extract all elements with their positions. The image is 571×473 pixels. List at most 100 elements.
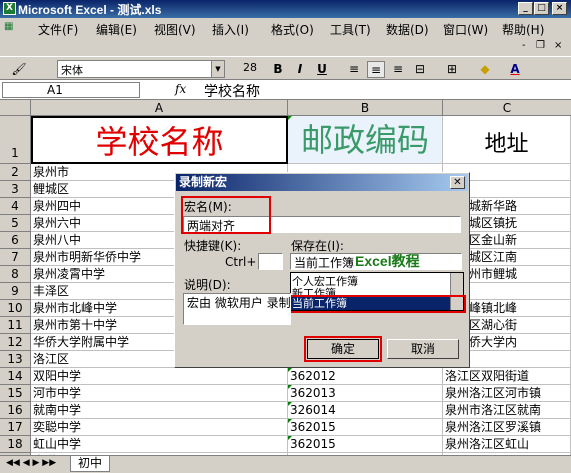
- menu-window[interactable]: 窗口(W): [443, 21, 488, 38]
- select-all-corner[interactable]: [0, 100, 31, 116]
- mdi-restore-button[interactable]: ❐: [536, 40, 545, 51]
- underline-button[interactable]: U: [313, 61, 331, 78]
- row-header[interactable]: 13: [0, 351, 31, 368]
- bold-button[interactable]: B: [269, 61, 287, 78]
- align-right-icon[interactable]: ≡: [389, 61, 407, 78]
- description-label: 说明(D):: [184, 278, 231, 292]
- cell-c[interactable]: 洛江区双阳街道: [443, 368, 571, 385]
- menu-format[interactable]: 格式(O): [271, 21, 314, 38]
- row-header[interactable]: 17: [0, 419, 31, 436]
- sheet-tab-active[interactable]: 初中: [70, 456, 110, 472]
- menu-tools[interactable]: 工具(T): [330, 21, 371, 38]
- column-header-b[interactable]: B: [288, 100, 443, 116]
- menu-file[interactable]: 文件(F): [38, 21, 78, 38]
- cell-a[interactable]: 双阳中学: [31, 368, 288, 385]
- mdi-close-button[interactable]: ×: [554, 40, 562, 51]
- row-header[interactable]: 16: [0, 402, 31, 419]
- comment-marker: [288, 368, 292, 372]
- cell-c[interactable]: 泉州洛江区虹山: [443, 436, 571, 453]
- column-header-c[interactable]: C: [443, 100, 571, 116]
- fill-color-icon[interactable]: ◆: [476, 61, 494, 78]
- mdi-strip: - ❐ ×: [0, 38, 571, 56]
- cell-c[interactable]: 泉州洛江区河市镇: [443, 385, 571, 402]
- column-header-a[interactable]: A: [31, 100, 288, 116]
- cell-b[interactable]: 362015: [288, 419, 443, 436]
- row-header[interactable]: 6: [0, 232, 31, 249]
- minimize-button[interactable]: _: [518, 2, 533, 15]
- highlight-ok: [304, 336, 382, 362]
- cell-c[interactable]: 地址: [443, 116, 571, 164]
- cell-b[interactable]: 326014: [288, 402, 443, 419]
- description-input[interactable]: 宏由 微软用户 录制: [183, 293, 291, 325]
- mdi-minimize-button[interactable]: -: [522, 40, 526, 51]
- row-header[interactable]: 18: [0, 436, 31, 453]
- formatting-toolbar: 🖌 宋体 ▼ 28 B I U ≡ ≡ ≡ ⊟ ⊞ ◆ A: [0, 56, 571, 80]
- cell-a[interactable]: 河市中学: [31, 385, 288, 402]
- menu-help[interactable]: 帮助(H): [502, 21, 544, 38]
- chevron-down-icon: ▼: [211, 61, 224, 77]
- tab-scroll-icon[interactable]: ◀◀ ◀ ▶ ▶▶: [6, 458, 56, 468]
- menu-insert[interactable]: 插入(I): [212, 21, 249, 38]
- row-header[interactable]: 8: [0, 266, 31, 283]
- cell-b[interactable]: 362015: [288, 436, 443, 453]
- merge-center-icon[interactable]: ⊟: [411, 61, 429, 78]
- comment-marker: [288, 116, 292, 120]
- align-left-icon[interactable]: ≡: [345, 61, 363, 78]
- font-color-button[interactable]: A: [506, 61, 524, 78]
- name-box[interactable]: A1: [2, 82, 140, 98]
- highlight-store-in: [288, 295, 466, 313]
- row-header[interactable]: 4: [0, 198, 31, 215]
- row-header[interactable]: 5: [0, 215, 31, 232]
- font-value: 宋体: [61, 64, 83, 77]
- font-select[interactable]: 宋体 ▼: [57, 60, 225, 78]
- size-select[interactable]: 28: [240, 60, 268, 78]
- fx-icon[interactable]: fx: [175, 82, 186, 96]
- cell-b[interactable]: 362013: [288, 385, 443, 402]
- cell-c[interactable]: 泉州市洛江区就南: [443, 402, 571, 419]
- dialog-close-button[interactable]: ✕: [450, 176, 465, 189]
- cell-a[interactable]: 虹山中学: [31, 436, 288, 453]
- row-header[interactable]: 9: [0, 283, 31, 300]
- cell-a[interactable]: 就南中学: [31, 402, 288, 419]
- comment-marker: [288, 436, 292, 440]
- menu-data[interactable]: 数据(D): [386, 21, 429, 38]
- row-header[interactable]: 15: [0, 385, 31, 402]
- workbook-icon[interactable]: ▦: [4, 21, 13, 32]
- row-header[interactable]: 14: [0, 368, 31, 385]
- highlight-macro-name: [181, 196, 271, 234]
- brush-icon[interactable]: 🖌: [10, 61, 28, 78]
- borders-icon[interactable]: ⊞: [443, 61, 461, 78]
- store-in-value: 当前工作簿: [294, 256, 355, 270]
- cell-c[interactable]: 泉州洛江区罗溪镇: [443, 419, 571, 436]
- comment-marker: [288, 419, 292, 423]
- cell-a[interactable]: 奕聪中学: [31, 419, 288, 436]
- row-header[interactable]: 2: [0, 164, 31, 181]
- cell-b[interactable]: 邮政编码: [288, 116, 443, 164]
- column-headers: A B C: [0, 100, 571, 116]
- menu-view[interactable]: 视图(V): [154, 21, 196, 38]
- row-header[interactable]: 1: [0, 116, 31, 164]
- menu-edit[interactable]: 编辑(E): [96, 21, 137, 38]
- row-header[interactable]: 3: [0, 181, 31, 198]
- close-button[interactable]: ×: [552, 2, 567, 15]
- row-header[interactable]: 10: [0, 300, 31, 317]
- row-header[interactable]: 11: [0, 317, 31, 334]
- menu-bar: ▦ 文件(F) 编辑(E) 视图(V) 插入(I) 格式(O) 工具(T) 数据…: [0, 18, 571, 38]
- cancel-button[interactable]: 取消: [387, 339, 459, 359]
- row-header[interactable]: 12: [0, 334, 31, 351]
- cell-b[interactable]: 362012: [288, 368, 443, 385]
- store-in-label: 保存在(I):: [291, 239, 344, 253]
- italic-button[interactable]: I: [291, 61, 309, 78]
- ctrl-label: Ctrl+: [225, 255, 257, 269]
- maximize-button[interactable]: □: [534, 2, 549, 15]
- row-header[interactable]: 7: [0, 249, 31, 266]
- formula-content[interactable]: 学校名称: [204, 81, 260, 101]
- size-value: 28: [243, 61, 257, 74]
- align-center-icon[interactable]: ≡: [367, 61, 385, 78]
- shortcut-input[interactable]: [258, 253, 283, 270]
- comment-marker: [288, 385, 292, 389]
- title-bar: X Microsoft Excel - 测试.xls _ □ ×: [0, 0, 571, 18]
- excel-icon: X: [3, 2, 16, 15]
- dialog-title: 录制新宏: [179, 175, 228, 189]
- cell-a[interactable]: 学校名称: [31, 116, 288, 164]
